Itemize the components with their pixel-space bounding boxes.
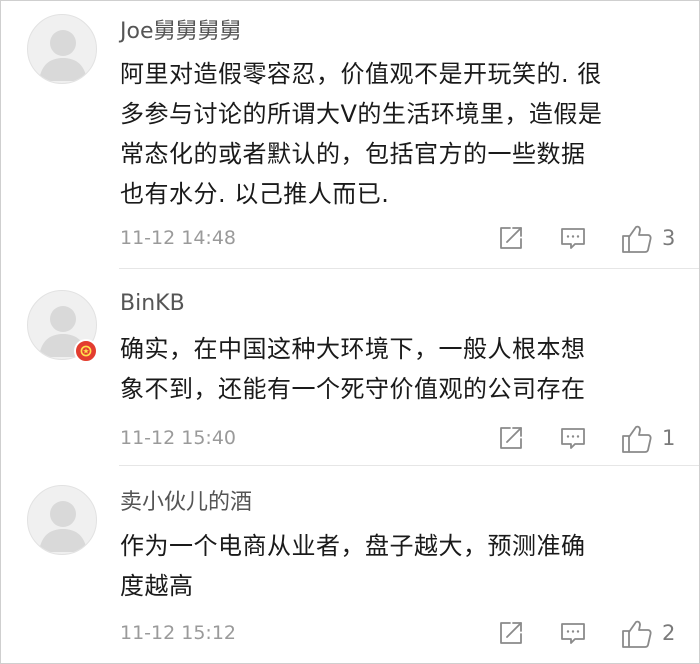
comment-timestamp: 11-12 14:48 (120, 227, 237, 249)
like-count: 2 (662, 621, 676, 645)
avatar[interactable] (27, 14, 97, 84)
reply-button[interactable] (559, 421, 589, 455)
comment-icon (561, 428, 585, 449)
like-count: 1 (662, 426, 676, 450)
comment-timestamp: 11-12 15:12 (120, 622, 237, 644)
comment-timestamp: 11-12 15:40 (120, 427, 237, 449)
forward-icon (500, 622, 522, 644)
comment-list: Joe舅舅舅舅 阿里对造假零容忍，价值观不是开玩笑的. 很 多参与讨论的所谓大V… (0, 0, 700, 664)
like-button[interactable]: 2 (621, 616, 685, 650)
forward-icon (500, 227, 522, 249)
comment-username[interactable]: Joe舅舅舅舅 (120, 18, 241, 46)
thumbs-up-icon (622, 620, 652, 648)
comment-username[interactable]: BinKB (120, 290, 185, 318)
default-avatar-icon (39, 30, 87, 81)
forward-button[interactable] (497, 421, 527, 455)
like-button[interactable]: 1 (621, 421, 685, 455)
forward-icon (500, 427, 522, 449)
reply-button[interactable] (559, 616, 589, 650)
default-avatar-icon (39, 501, 87, 552)
forward-button[interactable] (497, 221, 527, 255)
comment-item: BinKB 确实，在中国这种大环境下，一般人根本想 象不到，还能有一个死守价值观… (1, 269, 699, 466)
comment-actions: 1 (491, 421, 691, 455)
comment-icon (561, 228, 585, 249)
comment-text: 阿里对造假零容忍，价值观不是开玩笑的. 很 多参与讨论的所谓大V的生活环境里，造… (120, 60, 603, 208)
comment-actions: 2 (491, 616, 691, 650)
like-count: 3 (662, 226, 676, 250)
verified-badge-icon (74, 339, 98, 363)
comment-icon (561, 623, 585, 644)
like-button[interactable]: 3 (621, 221, 685, 255)
comment-actions: 3 (491, 221, 691, 255)
thumbs-up-icon (622, 425, 652, 453)
thumbs-up-icon (622, 225, 652, 253)
comment-username[interactable]: 卖小伙儿的酒 (120, 489, 252, 517)
comment-text: 确实，在中国这种大环境下，一般人根本想 象不到，还能有一个死守价值观的公司存在 (120, 335, 586, 403)
avatar[interactable] (27, 485, 97, 555)
forward-button[interactable] (497, 616, 527, 650)
reply-button[interactable] (559, 221, 589, 255)
comment-text: 作为一个电商从业者，盘子越大，预测准确 度越高 (120, 532, 586, 600)
comment-item: Joe舅舅舅舅 阿里对造假零容忍，价值观不是开玩笑的. 很 多参与讨论的所谓大V… (1, 1, 699, 269)
comment-item: 卖小伙儿的酒 作为一个电商从业者，盘子越大，预测准确 度越高 11-12 15:… (1, 466, 699, 663)
